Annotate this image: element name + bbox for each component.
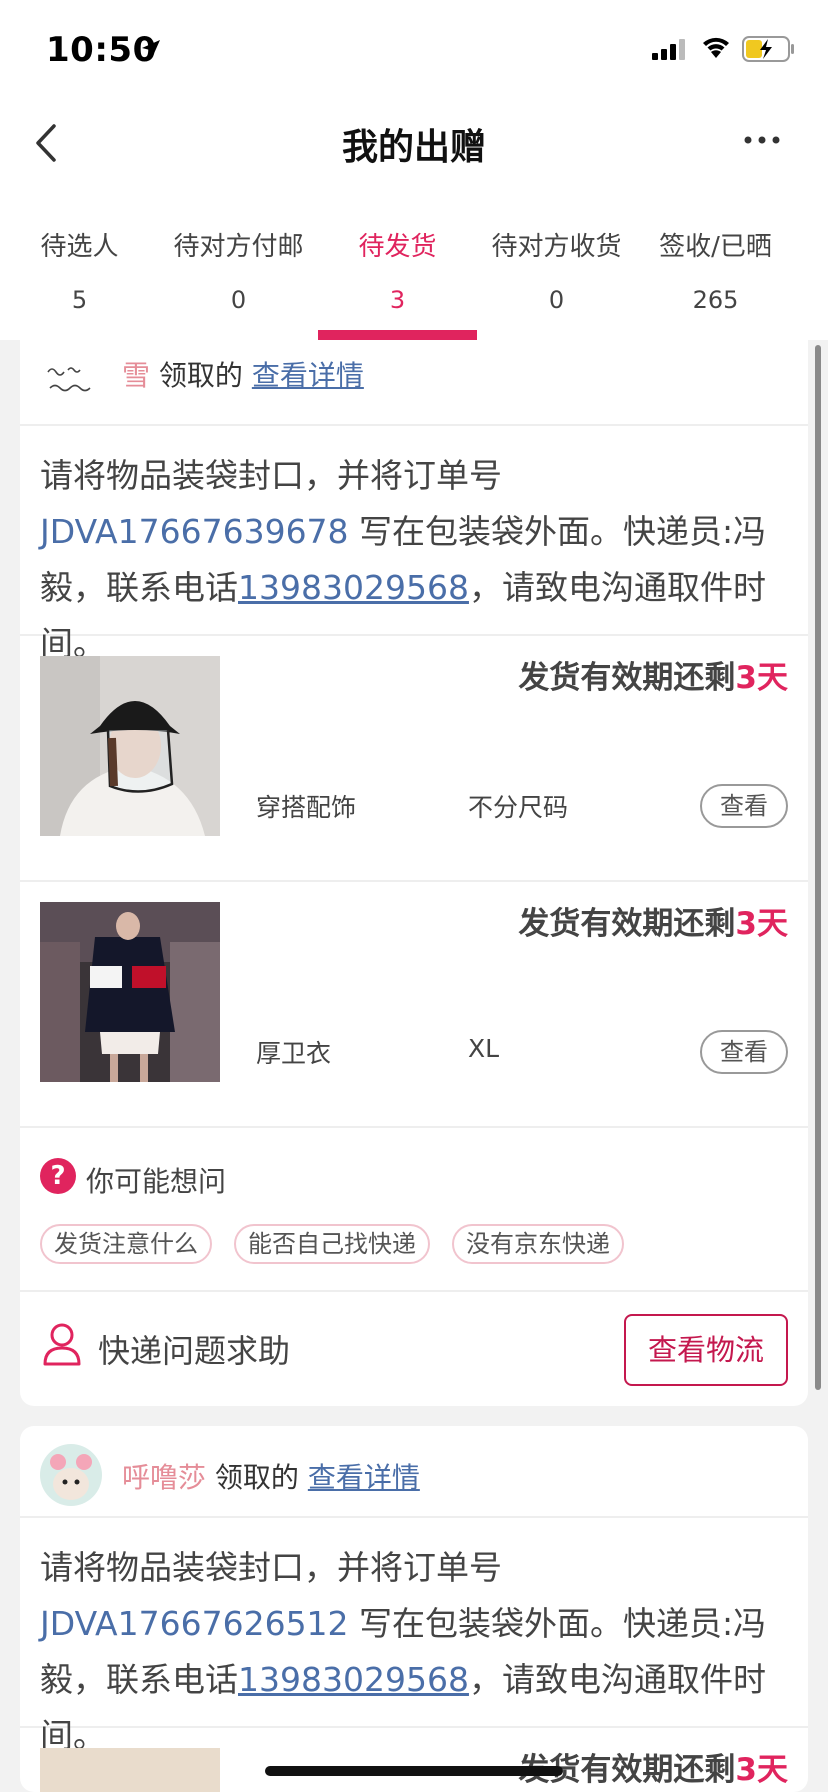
user-icon bbox=[43, 1323, 81, 1366]
courier-help-row: 快递问题求助 查看物流 bbox=[20, 1292, 808, 1402]
tab-pending-postage[interactable]: 待对方付邮 0 bbox=[159, 200, 318, 340]
battery-charging-icon bbox=[742, 36, 794, 62]
item-photo[interactable] bbox=[40, 656, 220, 836]
recipient-line: 呼噜莎 领取的 查看详情 bbox=[122, 1456, 420, 1496]
deadline-label: 发货有效期还剩 bbox=[518, 660, 736, 696]
cellular-signal-icon bbox=[652, 39, 685, 60]
claimed-label: 领取的 bbox=[214, 1461, 299, 1494]
tab-label: 签收/已晒 bbox=[659, 232, 772, 262]
view-logistics-button[interactable]: 查看物流 bbox=[624, 1314, 788, 1386]
recipient-header: 呼噜莎 领取的 查看详情 bbox=[20, 1426, 808, 1518]
active-tab-indicator bbox=[318, 330, 477, 340]
view-details-link[interactable]: 查看详情 bbox=[308, 1461, 420, 1494]
faq-section: ? 你可能想问 发货注意什么 能否自己找快递 没有京东快递 bbox=[20, 1128, 808, 1292]
item-category: 厚卫衣 bbox=[256, 1039, 332, 1068]
deadline-days: 3天 bbox=[735, 660, 788, 696]
shipping-deadline: 发货有效期还剩3天 bbox=[518, 898, 788, 943]
item-photo[interactable] bbox=[40, 1748, 220, 1792]
question-mark-icon: ? bbox=[40, 1158, 76, 1194]
faq-title: 你可能想问 bbox=[86, 1165, 227, 1198]
order-status-tabs: 待选人 5 待对方付邮 0 待发货 3 待对方收货 0 签收/已晒 265 bbox=[0, 200, 828, 340]
item-photo[interactable] bbox=[40, 902, 220, 1082]
shipping-deadline: 发货有效期还剩3天 bbox=[518, 652, 788, 697]
instr-text: 请将物品装袋封口，并将订单号 bbox=[40, 456, 502, 495]
tab-pending-shipment[interactable]: 待发货 3 bbox=[318, 200, 477, 340]
gift-order-card: 雪 领取的 查看详情 请将物品装袋封口，并将订单号 JDVA1766763967… bbox=[20, 340, 808, 1406]
item-size: XL bbox=[468, 1034, 500, 1063]
tab-pending-receipt[interactable]: 待对方收货 0 bbox=[477, 200, 636, 340]
avatar[interactable] bbox=[40, 1444, 102, 1506]
item-category: 穿搭配饰 bbox=[256, 793, 357, 822]
recipient-header: 雪 领取的 查看详情 bbox=[20, 340, 808, 426]
home-indicator[interactable] bbox=[265, 1766, 563, 1776]
instr-text: 请将物品装袋封口，并将订单号 bbox=[40, 1548, 502, 1587]
status-bar: 10:50 bbox=[0, 0, 828, 100]
courier-phone-link[interactable]: 13983029568 bbox=[238, 568, 469, 607]
list-item: 发货有效期还剩3天 bbox=[20, 1728, 808, 1792]
courier-phone-link[interactable]: 13983029568 bbox=[238, 1660, 469, 1699]
tab-count: 0 bbox=[230, 286, 247, 314]
order-number: JDVA17667639678 bbox=[40, 512, 349, 551]
courier-help-label[interactable]: 快递问题求助 bbox=[98, 1326, 290, 1372]
recipient-name[interactable]: 雪 bbox=[122, 359, 150, 392]
faq-chip-shipping-notes[interactable]: 发货注意什么 bbox=[40, 1224, 212, 1264]
faq-chips: 发货注意什么 能否自己找快递 没有京东快递 bbox=[40, 1224, 624, 1264]
claimed-label: 领取的 bbox=[158, 359, 243, 392]
view-details-link[interactable]: 查看详情 bbox=[252, 359, 364, 392]
tab-count: 265 bbox=[692, 286, 739, 314]
tab-pending-select[interactable]: 待选人 5 bbox=[0, 200, 159, 340]
tab-label: 待对方付邮 bbox=[173, 232, 304, 262]
more-options-icon[interactable] bbox=[740, 118, 784, 162]
wifi-icon bbox=[703, 37, 729, 58]
gift-order-card: 呼噜莎 领取的 查看详情 请将物品装袋封口，并将订单号 JDVA17667626… bbox=[20, 1426, 808, 1792]
deadline-label: 发货有效期还剩 bbox=[518, 906, 736, 942]
packing-instructions: 请将物品装袋封口，并将订单号 JDVA17667626512 写在包装袋外面。快… bbox=[20, 1518, 808, 1755]
packing-instructions: 请将物品装袋封口，并将订单号 JDVA17667639678 写在包装袋外面。快… bbox=[20, 426, 808, 663]
recipient-name[interactable]: 呼噜莎 bbox=[122, 1461, 206, 1494]
tab-label: 待对方收货 bbox=[491, 232, 622, 262]
recipient-line: 雪 领取的 查看详情 bbox=[122, 354, 364, 394]
tab-label: 待选人 bbox=[40, 232, 119, 262]
tab-count: 3 bbox=[389, 286, 406, 314]
item-size: 不分尺码 bbox=[468, 793, 569, 822]
tab-received-shared[interactable]: 签收/已晒 265 bbox=[636, 200, 795, 340]
tab-count: 0 bbox=[548, 286, 565, 314]
page-title: 我的出赠 bbox=[341, 127, 486, 168]
deadline-days: 3天 bbox=[735, 906, 788, 942]
avatar[interactable] bbox=[40, 344, 110, 414]
faq-chip-own-courier[interactable]: 能否自己找快递 bbox=[234, 1224, 430, 1264]
list-item: 发货有效期还剩3天 穿搭配饰 不分尺码 查看 bbox=[20, 636, 808, 882]
view-item-button[interactable]: 查看 bbox=[700, 784, 788, 828]
location-arrow-icon bbox=[142, 40, 160, 58]
view-item-button[interactable]: 查看 bbox=[700, 1030, 788, 1074]
tab-label: 待发货 bbox=[358, 232, 437, 262]
faq-chip-no-jd-express[interactable]: 没有京东快递 bbox=[452, 1224, 624, 1264]
list-item: 发货有效期还剩3天 厚卫衣 XL 查看 bbox=[20, 882, 808, 1128]
scrollbar[interactable] bbox=[815, 345, 821, 1390]
tab-count: 5 bbox=[71, 286, 88, 314]
order-number: JDVA17667626512 bbox=[40, 1604, 349, 1643]
deadline-days: 3天 bbox=[735, 1752, 788, 1788]
